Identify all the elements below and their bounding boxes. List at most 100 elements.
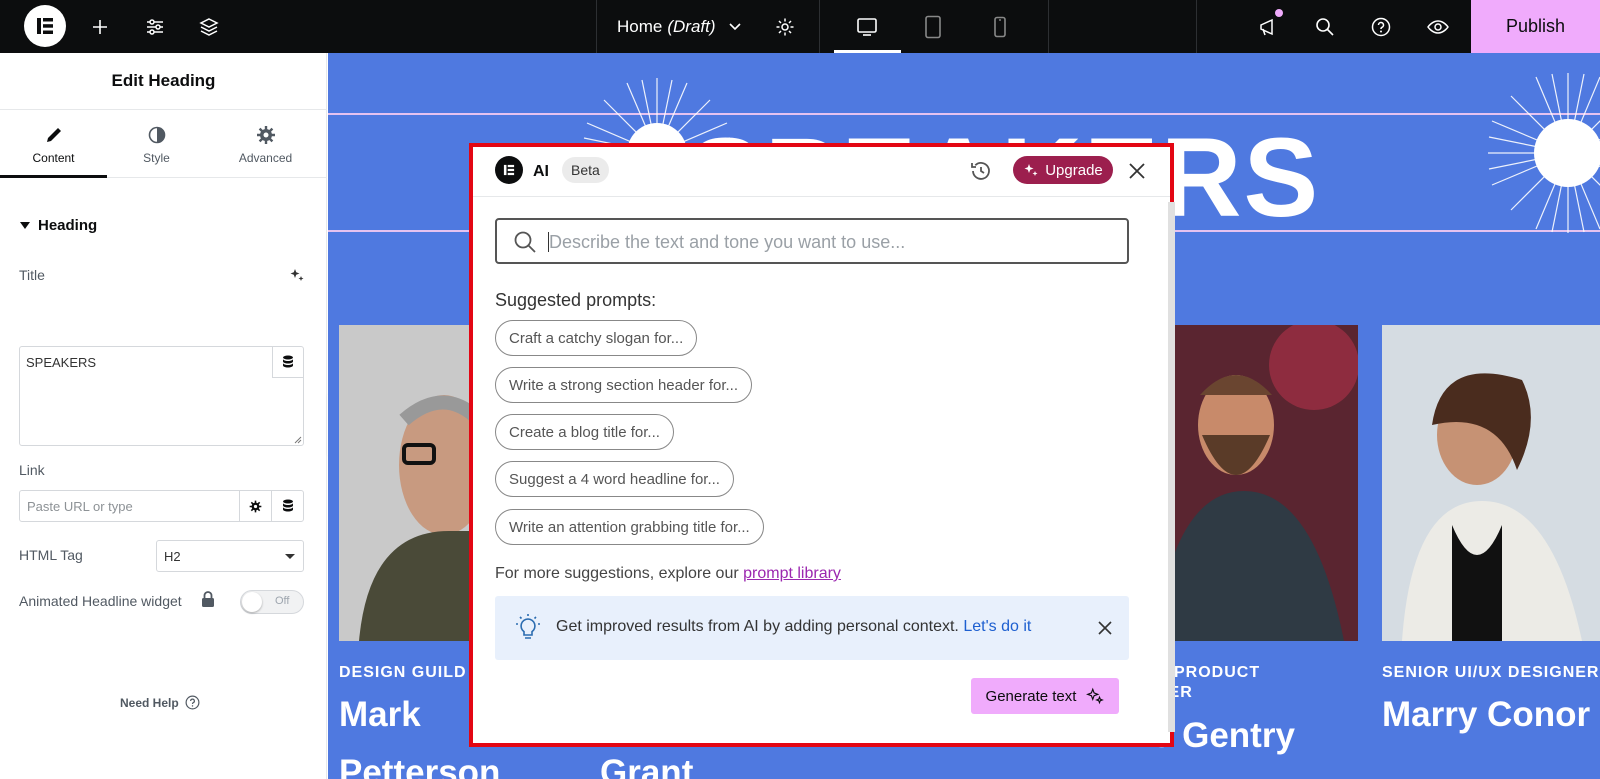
generate-text-button[interactable]: Generate text [971, 678, 1119, 714]
need-help-label: Need Help [120, 695, 179, 710]
html-tag-value: H2 [164, 549, 181, 564]
panel-title: Edit Heading [0, 53, 327, 110]
desktop-device-icon[interactable] [852, 0, 882, 53]
chevron-down-icon [285, 554, 295, 559]
prompt-library-link[interactable]: prompt library [743, 565, 841, 582]
help-icon[interactable] [1366, 0, 1396, 53]
upgrade-button[interactable]: Upgrade [1013, 156, 1113, 184]
active-tab-indicator [0, 175, 107, 178]
link-input[interactable]: Paste URL or type [19, 490, 304, 522]
animated-headline-toggle[interactable]: Off [240, 590, 304, 614]
close-icon[interactable] [1097, 620, 1113, 636]
gear-icon [249, 500, 262, 512]
search-icon[interactable] [1310, 0, 1340, 53]
page-settings-gear-icon[interactable] [771, 0, 798, 53]
lets-do-it-link[interactable]: Let's do it [963, 618, 1031, 635]
notification-dot [1275, 9, 1283, 17]
divider [1196, 0, 1197, 53]
title-label: Title [19, 267, 45, 283]
html-tag-select[interactable]: H2 [156, 540, 304, 572]
suggested-prompt-chip[interactable]: Write an attention grabbing title for... [495, 509, 764, 545]
ai-dialog-header: AI Beta Upgrade [473, 147, 1170, 197]
beta-badge: Beta [562, 157, 609, 183]
database-icon [283, 499, 293, 512]
close-icon[interactable] [1127, 161, 1147, 181]
tablet-device-icon[interactable] [918, 0, 948, 53]
elementor-logo-icon[interactable] [24, 5, 66, 47]
suggested-prompt-chip[interactable]: Craft a catchy slogan for... [495, 320, 698, 356]
page-status: (Draft) [667, 16, 716, 36]
pencil-icon [46, 128, 61, 142]
dynamic-tags-button[interactable] [272, 347, 303, 378]
toggle-state: Off [275, 595, 290, 607]
sparkle-icon [1024, 164, 1038, 176]
ai-prompt-input[interactable]: Describe the text and tone you want to u… [495, 218, 1129, 264]
help-icon [185, 695, 200, 710]
ai-assistant-dialog: AI Beta Upgrade Describe the text and to… [469, 143, 1175, 747]
search-icon [514, 231, 536, 253]
context-text: Get improved results from AI by adding p… [556, 618, 1031, 636]
divider [819, 0, 820, 53]
tab-style-label: Style [143, 151, 170, 165]
lightbulb-icon [516, 614, 540, 639]
animated-headline-label: Animated Headline widget [19, 593, 182, 609]
divider [1048, 0, 1049, 53]
site-settings-icon[interactable] [141, 0, 168, 53]
tab-style[interactable]: Style [103, 125, 210, 165]
resize-handle-icon[interactable] [294, 436, 302, 444]
generate-text-label: Generate text [985, 687, 1077, 705]
editor-panel: Edit Heading Content Style Advanced Head… [0, 53, 327, 779]
personal-context-banner: Get improved results from AI by adding p… [495, 596, 1129, 660]
ai-sparkle-icon[interactable] [289, 267, 305, 283]
mobile-device-icon[interactable] [985, 0, 1015, 53]
lock-icon [202, 591, 214, 607]
chevron-down-icon [728, 22, 741, 30]
suggested-prompt-chip[interactable]: Write a strong section header for... [495, 367, 753, 403]
divider [596, 0, 597, 53]
suggested-prompts-title: Suggested prompts: [495, 290, 657, 310]
publish-button[interactable]: Publish [1471, 0, 1600, 53]
link-label: Link [19, 462, 45, 478]
suggested-prompt-chip[interactable]: Create a blog title for... [495, 414, 674, 450]
structure-layers-icon[interactable] [195, 0, 222, 53]
need-help-link[interactable]: Need Help [120, 695, 200, 710]
ai-dialog-scrollbar[interactable] [1168, 202, 1175, 732]
link-placeholder: Paste URL or type [27, 499, 133, 514]
add-element-icon[interactable] [86, 0, 113, 53]
speaker-role: SENIOR UI/UX DESIGNER [1382, 664, 1600, 681]
page-title[interactable]: Home (Draft) [617, 0, 742, 53]
speaker-name: Marry Conor [1382, 695, 1591, 734]
more-suggestions-label: For more suggestions, explore our [495, 565, 739, 582]
tab-advanced[interactable]: Advanced [212, 125, 319, 165]
speaker-name: Mark [339, 695, 421, 734]
ai-prompt-placeholder: Describe the text and tone you want to u… [549, 232, 906, 252]
speaker-photo [1144, 325, 1358, 641]
gear-icon [256, 126, 275, 144]
link-dynamic-tags-button[interactable] [271, 491, 304, 521]
contrast-icon [148, 126, 165, 144]
tab-advanced-label: Advanced [238, 151, 293, 165]
starburst-decoration [1488, 73, 1600, 233]
ai-dialog-title: AI [533, 163, 549, 180]
section-title: Heading [38, 217, 98, 234]
preview-eye-icon[interactable] [1423, 0, 1453, 53]
page-title-text: Home [617, 16, 663, 36]
top-bar: Home (Draft) Publish [0, 0, 1600, 53]
history-icon[interactable] [969, 159, 993, 183]
title-textarea[interactable]: SPEAKERS [19, 346, 304, 446]
database-icon [283, 355, 293, 368]
speaker-role: DESIGN GUILD [339, 664, 467, 681]
suggested-prompt-chip[interactable]: Suggest a 4 word headline for... [495, 461, 734, 497]
whats-new-megaphone-icon[interactable] [1253, 0, 1283, 53]
sparkle-icon [1086, 687, 1105, 705]
tab-content-label: Content [32, 151, 75, 165]
html-tag-label: HTML Tag [19, 547, 83, 563]
tab-content[interactable]: Content [0, 125, 107, 165]
toggle-knob [242, 592, 262, 612]
more-suggestions-text: For more suggestions, explore our prompt… [495, 565, 841, 583]
speaker-name-line2: Grant [600, 753, 694, 779]
upgrade-label: Upgrade [1045, 161, 1103, 179]
link-options-button[interactable] [239, 491, 271, 521]
heading-section-toggle[interactable]: Heading [20, 217, 97, 234]
speaker-photo [339, 325, 469, 641]
